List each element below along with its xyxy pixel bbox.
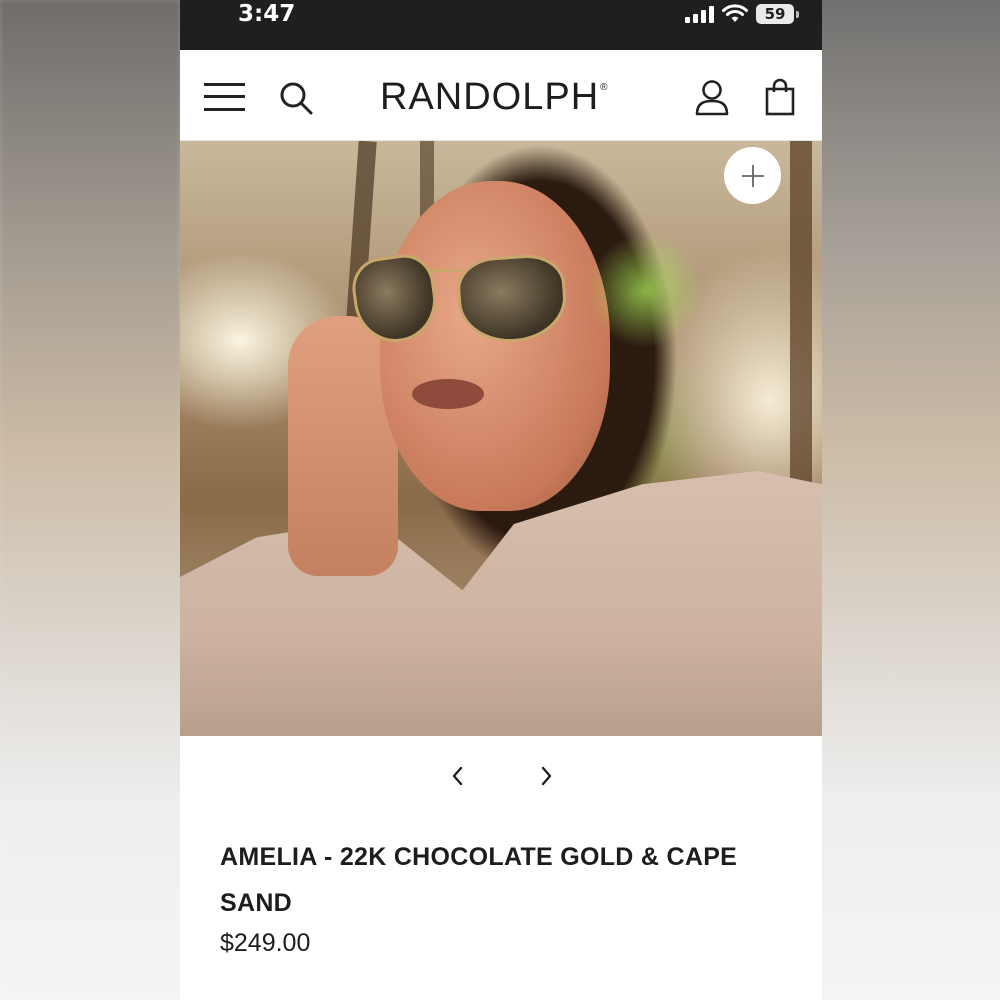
chevron-right-icon[interactable] [536, 764, 556, 788]
product-title: AMELIA - 22K CHOCOLATE GOLD & CAPE SAND [220, 843, 738, 917]
registered-mark: ® [600, 82, 609, 93]
status-bar: 3:47 59 [180, 0, 822, 50]
zoom-button[interactable] [724, 147, 781, 204]
blurred-backdrop-right [822, 0, 1000, 1000]
phone-screen: 3:47 59 RANDOLPH® AMELIA - 22K CHOCOLATE… [180, 0, 822, 1000]
menu-button[interactable] [204, 81, 245, 113]
battery-level: 59 [764, 5, 786, 23]
battery-indicator: 59 [756, 4, 799, 24]
hamburger-menu-icon [204, 83, 245, 86]
chevron-left-icon[interactable] [448, 764, 468, 788]
site-header: RANDOLPH® [180, 50, 822, 141]
status-icons: 59 [685, 4, 799, 24]
status-time: 3:47 [238, 1, 296, 27]
image-carousel-nav [180, 736, 822, 816]
shopping-bag-icon[interactable] [764, 78, 796, 116]
brand-logo[interactable]: RANDOLPH® [380, 76, 609, 119]
blurred-backdrop-left [0, 0, 180, 1000]
user-icon[interactable] [694, 79, 730, 117]
wifi-icon [722, 4, 748, 22]
search-icon[interactable] [278, 80, 314, 116]
plus-icon [741, 164, 764, 187]
cellular-signal-icon [685, 5, 714, 23]
brand-name: RANDOLPH [380, 76, 600, 118]
product-price: $249.00 [220, 929, 311, 957]
product-image[interactable] [180, 141, 822, 736]
